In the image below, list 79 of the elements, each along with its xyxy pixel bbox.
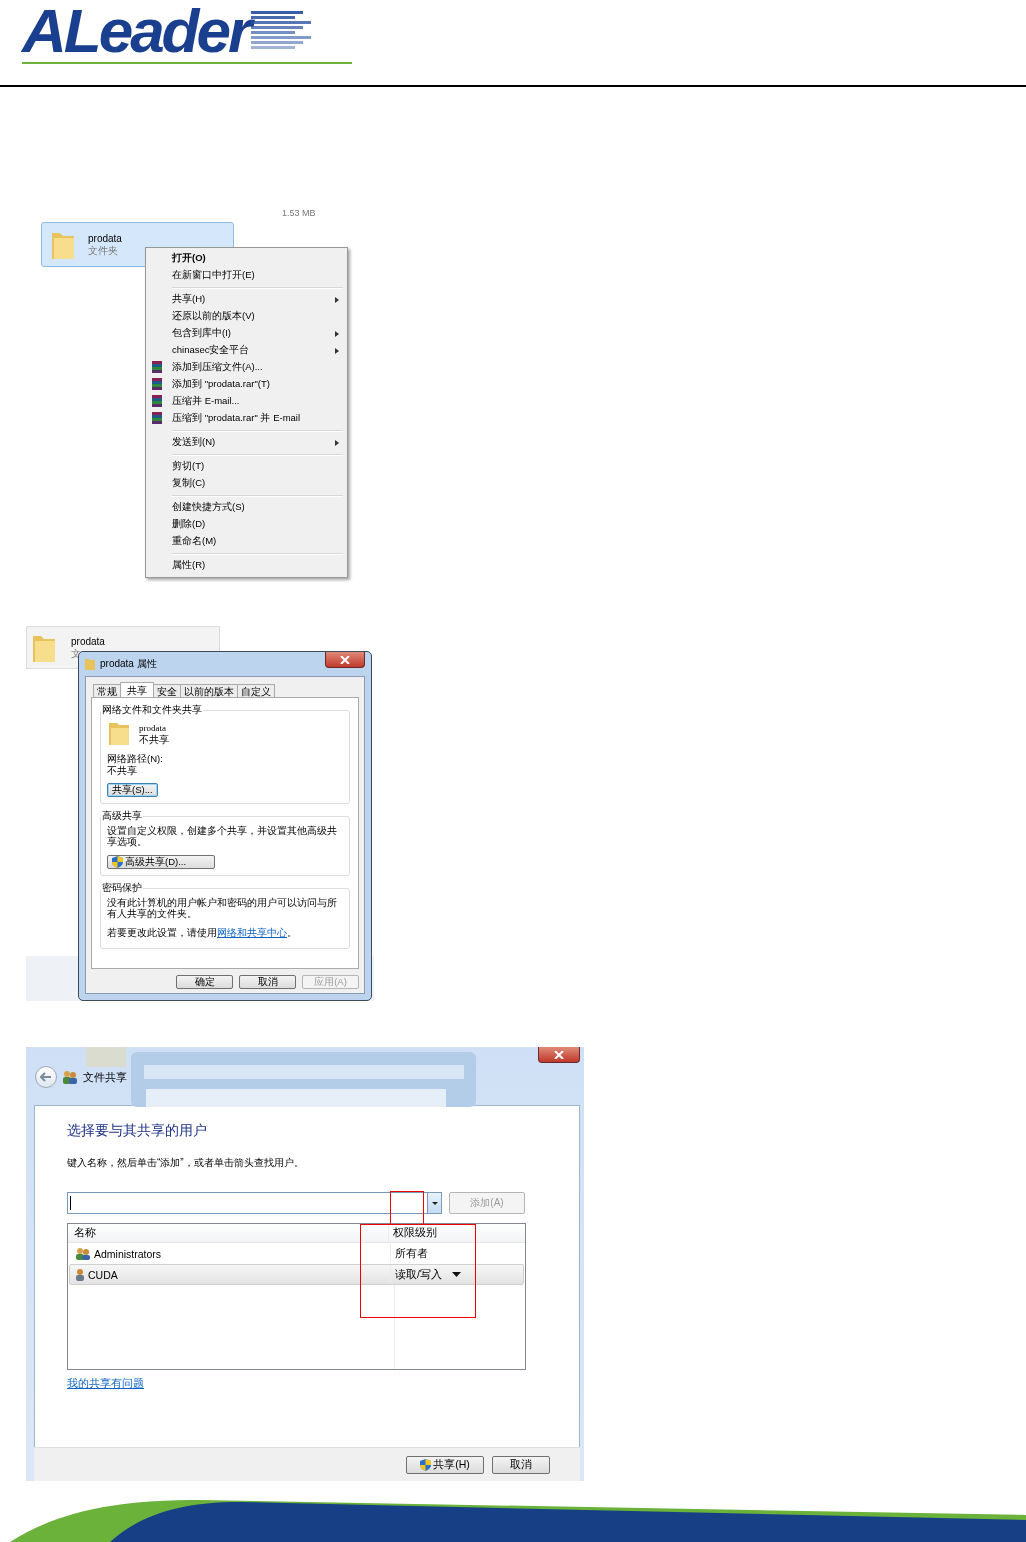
heading: 选择要与其共享的用户 xyxy=(67,1122,207,1140)
description-text: 设置自定义权限，创建多个共享，并设置其他高级共享选项。 xyxy=(107,825,338,847)
menu-item[interactable]: 复制(C) xyxy=(148,475,345,492)
path-value: 不共享 xyxy=(107,765,137,777)
speed-lines-icon xyxy=(251,11,312,51)
tab[interactable]: 以前的版本 xyxy=(180,684,238,697)
menu-item[interactable]: 添加到 "prodata.rar"(T) xyxy=(148,376,345,393)
books-icon xyxy=(151,395,163,407)
advanced-sharing-button[interactable]: 高级共享(D)... xyxy=(107,855,215,869)
user-name: CUDA xyxy=(88,1268,118,1281)
users-icon xyxy=(76,1247,90,1260)
group-title: 高级共享 xyxy=(101,810,143,823)
table-row[interactable]: CUDA 读取/写入 xyxy=(69,1264,524,1285)
folder-name: prodata xyxy=(71,635,105,648)
menu-item[interactable]: 属性(R) xyxy=(148,557,345,574)
group-title: 网络文件和文件夹共享 xyxy=(101,704,203,717)
menu-item[interactable]: 还原以前的版本(V) xyxy=(148,308,345,325)
share-button[interactable]: 共享(S)... xyxy=(107,783,158,797)
close-button[interactable] xyxy=(538,1047,580,1063)
description-text: 没有此计算机的用户帐户和密码的用户可以访问与所有人共享的文件夹。 xyxy=(107,897,338,919)
tab[interactable]: 自定义 xyxy=(237,684,275,697)
dialog-button[interactable]: 取消 xyxy=(239,975,296,989)
window-title: 文件共享 xyxy=(83,1069,127,1085)
back-arrow-icon xyxy=(40,1072,52,1082)
permission-level: 读取/写入 xyxy=(395,1267,442,1282)
group-title: 密码保护 xyxy=(101,882,143,895)
instruction-text: 键入名称，然后单击“添加”，或者单击箭头查找用户。 xyxy=(67,1156,304,1170)
name-combobox[interactable] xyxy=(67,1192,442,1214)
file-size-text: 1.53 MB xyxy=(282,208,316,218)
dropdown-arrow-icon xyxy=(431,1201,438,1205)
folder-name: prodata xyxy=(139,722,167,734)
submenu-arrow-icon xyxy=(335,348,339,354)
menu-item[interactable]: chinasec安全平台 xyxy=(148,342,345,359)
dialog-button[interactable]: 确定 xyxy=(176,975,233,989)
menu-item[interactable]: 添加到压缩文件(A)... xyxy=(148,359,345,376)
menu-item[interactable]: 发送到(N) xyxy=(148,434,345,451)
close-icon xyxy=(340,655,350,664)
path-label: 网络路径(N): xyxy=(107,753,163,765)
menu-item[interactable]: 删除(D) xyxy=(148,516,345,533)
sharing-center-link[interactable]: 网络和共享中心 xyxy=(217,927,287,938)
menu-item[interactable]: 剪切(T) xyxy=(148,458,345,475)
menu-item[interactable]: 创建快捷方式(S) xyxy=(148,499,345,516)
user-icon xyxy=(76,1268,84,1281)
folder-icon xyxy=(107,721,131,747)
books-icon xyxy=(151,378,163,390)
submenu-arrow-icon xyxy=(335,297,339,303)
tab[interactable]: 常规 xyxy=(93,684,121,697)
users-icon xyxy=(63,1070,77,1084)
column-header[interactable]: 权限级别 xyxy=(388,1224,525,1242)
share-status: 不共享 xyxy=(139,734,169,746)
dialog-button[interactable]: 共享(H) xyxy=(406,1455,484,1474)
menu-item[interactable]: 压缩到 "prodata.rar" 并 E-mail xyxy=(148,410,345,427)
menu-item[interactable]: 压缩并 E-mail... xyxy=(148,393,345,410)
tab[interactable]: 安全 xyxy=(153,684,181,697)
tab[interactable]: 共享 xyxy=(120,682,154,697)
dialog-button[interactable]: 取消 xyxy=(492,1455,550,1474)
shield-icon xyxy=(112,856,123,868)
books-icon xyxy=(151,361,163,373)
menu-item[interactable]: 重命名(M) xyxy=(148,533,345,550)
menu-item[interactable]: 包含到库中(I) xyxy=(148,325,345,342)
folder-type: 文件夹 xyxy=(88,244,119,257)
menu-item[interactable]: 在新窗口中打开(E) xyxy=(148,267,345,284)
permission-level: 所有者 xyxy=(395,1246,428,1261)
user-name: Administrators xyxy=(94,1247,162,1260)
table-row[interactable]: Administrators 所有者 xyxy=(69,1243,524,1264)
help-link[interactable]: 我的共享有问题 xyxy=(67,1377,144,1391)
dropdown-arrow-icon[interactable] xyxy=(451,1272,461,1277)
hint-text: 若要更改此设置，请使用 网络和共享中心。 xyxy=(107,927,297,938)
back-button[interactable] xyxy=(35,1066,57,1088)
menu-item[interactable]: 共享(H) xyxy=(148,291,345,308)
column-header[interactable]: 名称 xyxy=(68,1226,388,1240)
close-icon xyxy=(554,1050,564,1059)
books-icon xyxy=(151,412,163,424)
folder-icon xyxy=(85,658,95,670)
submenu-arrow-icon xyxy=(335,331,339,337)
submenu-arrow-icon xyxy=(335,440,339,446)
folder-name: prodata xyxy=(88,232,122,245)
close-button[interactable] xyxy=(325,652,365,668)
window-title: prodata 属性 xyxy=(100,657,157,671)
